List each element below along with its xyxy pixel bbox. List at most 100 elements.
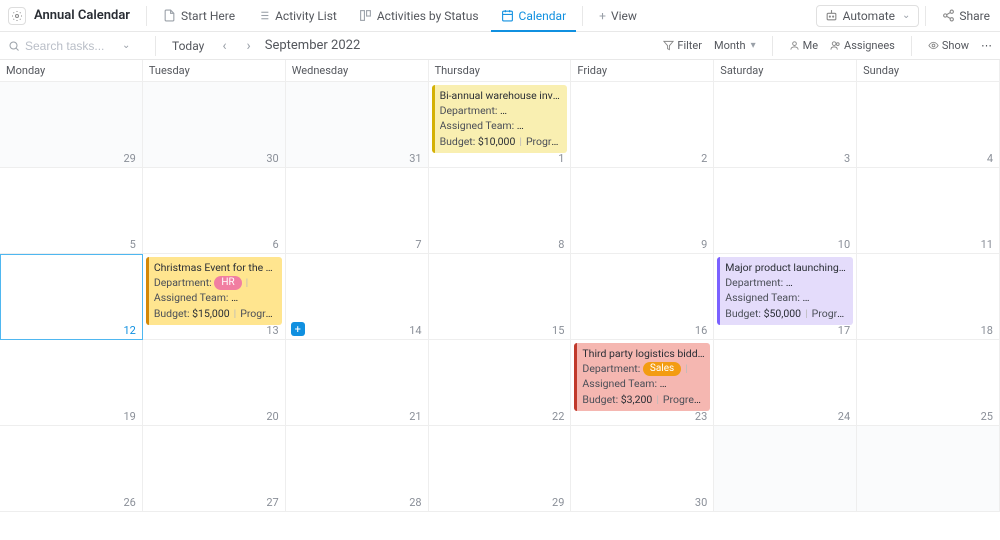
- chevron-down-icon: ⌄: [902, 10, 910, 21]
- calendar-cell[interactable]: 13Christmas Event for the Team MembersDe…: [143, 254, 286, 340]
- control-bar: ⌄ Today ‹ › September 2022 Filter Month …: [0, 32, 1000, 60]
- share-label: Share: [959, 9, 990, 23]
- eye-icon: [928, 40, 939, 51]
- divider: [582, 6, 583, 26]
- plus-icon: +: [599, 9, 606, 23]
- assignees-filter[interactable]: Assignees: [830, 39, 895, 52]
- calendar-cell[interactable]: 10: [714, 168, 857, 254]
- tab-activities-by-status[interactable]: Activities by Status: [349, 0, 489, 32]
- automate-button[interactable]: Automate ⌄: [816, 5, 920, 27]
- calendar-cell[interactable]: 6: [143, 168, 286, 254]
- calendar-cell[interactable]: 28: [286, 426, 429, 512]
- divider: [911, 36, 912, 56]
- chevron-down-icon[interactable]: ⌄: [122, 40, 130, 51]
- filter-label: Filter: [677, 39, 702, 52]
- show-button[interactable]: Show: [928, 39, 969, 52]
- tab-label: Start Here: [181, 9, 235, 23]
- field-label: Budget:: [725, 307, 761, 320]
- workspace-icon: [8, 7, 26, 25]
- calendar-cell[interactable]: 22: [429, 340, 572, 426]
- calendar-cell[interactable]: 26: [0, 426, 143, 512]
- filter-icon: [663, 40, 674, 51]
- calendar-cell[interactable]: 1Bi-annual warehouse inventory for spare…: [429, 82, 572, 168]
- calendar-cell[interactable]: 23Third party logistics bidding activity…: [571, 340, 714, 426]
- day-number: 25: [981, 410, 993, 423]
- calendar-cell[interactable]: [857, 426, 1000, 512]
- calendar-cell[interactable]: 16: [571, 254, 714, 340]
- field-label: Assigned Team:: [154, 291, 229, 304]
- field-label: Department:: [582, 362, 640, 375]
- budget-value: $10,000: [478, 135, 515, 148]
- field-label: Budget:: [154, 307, 190, 320]
- calendar-cell[interactable]: 5: [0, 168, 143, 254]
- calendar-cell[interactable]: 8: [429, 168, 572, 254]
- calendar-cell[interactable]: 9: [571, 168, 714, 254]
- add-task-button[interactable]: +: [291, 322, 305, 336]
- calendar-grid: 2930311Bi-annual warehouse inventory for…: [0, 82, 1000, 512]
- right-controls: Filter Month ▾ Me Assignees Show ⋯: [663, 36, 992, 56]
- calendar-cell[interactable]: 31: [286, 82, 429, 168]
- calendar-cell[interactable]: 3: [714, 82, 857, 168]
- day-number: 28: [409, 496, 421, 509]
- calendar-event[interactable]: Third party logistics bidding activityDe…: [574, 343, 710, 411]
- day-number: 5: [130, 238, 136, 251]
- day-number: 27: [266, 496, 278, 509]
- calendar-cell[interactable]: 18: [857, 254, 1000, 340]
- day-header: Friday: [571, 60, 714, 82]
- calendar-cell[interactable]: 21: [286, 340, 429, 426]
- day-number: 15: [552, 324, 564, 337]
- calendar-event[interactable]: Christmas Event for the Team MembersDepa…: [146, 257, 282, 325]
- calendar-cell[interactable]: 30: [571, 426, 714, 512]
- share-button[interactable]: Share: [932, 9, 992, 23]
- calendar-cell[interactable]: 20: [143, 340, 286, 426]
- me-filter[interactable]: Me: [789, 39, 818, 52]
- search-input[interactable]: [25, 39, 115, 53]
- calendar-cell[interactable]: 17Major product launching in New York Ci…: [714, 254, 857, 340]
- day-number: 17: [838, 324, 850, 337]
- day-number: 29: [123, 152, 135, 165]
- month-dropdown[interactable]: Month ▾: [714, 39, 756, 52]
- calendar-cell[interactable]: 29: [0, 82, 143, 168]
- prev-month-button[interactable]: ‹: [216, 38, 232, 54]
- day-number: 19: [123, 410, 135, 423]
- calendar-cell[interactable]: 7: [286, 168, 429, 254]
- calendar-cell[interactable]: 12: [0, 254, 143, 340]
- calendar-cell[interactable]: 19: [0, 340, 143, 426]
- day-number: 30: [266, 152, 278, 165]
- add-view-label: View: [611, 9, 637, 23]
- calendar-cell[interactable]: 4: [857, 82, 1000, 168]
- calendar-cell[interactable]: 2: [571, 82, 714, 168]
- budget-value: $50,000: [764, 307, 801, 320]
- calendar-cell[interactable]: 29: [429, 426, 572, 512]
- calendar-cell[interactable]: 24: [714, 340, 857, 426]
- department-chip: Operations: [500, 104, 562, 118]
- department-chip: HR: [214, 276, 241, 290]
- calendar-cell[interactable]: 30: [143, 82, 286, 168]
- day-number: 21: [409, 410, 421, 423]
- calendar-cell[interactable]: 27: [143, 426, 286, 512]
- filter-button[interactable]: Filter: [663, 39, 702, 52]
- day-number: 3: [844, 152, 850, 165]
- search-icon: [8, 40, 20, 52]
- today-button[interactable]: Today: [168, 39, 208, 53]
- calendar-event[interactable]: Bi-annual warehouse inventory for spare …: [432, 85, 568, 153]
- tab-start-here[interactable]: Start Here: [153, 0, 245, 32]
- field-label: Progress:: [663, 393, 705, 406]
- add-view-button[interactable]: + View: [589, 0, 647, 32]
- tab-calendar[interactable]: Calendar: [491, 0, 577, 32]
- search-box[interactable]: ⌄: [8, 39, 143, 53]
- calendar-event[interactable]: Major product launching in New York City…: [717, 257, 853, 325]
- more-menu[interactable]: ⋯: [981, 39, 992, 52]
- event-title: Major product launching in New York City: [725, 260, 848, 275]
- tab-activity-list[interactable]: Activity List: [247, 0, 347, 32]
- team-chip: Team Chi: [660, 378, 706, 392]
- calendar-cell[interactable]: 14 +: [286, 254, 429, 340]
- calendar-cell[interactable]: [714, 426, 857, 512]
- field-label: Department:: [440, 104, 498, 117]
- calendar-cell[interactable]: 25: [857, 340, 1000, 426]
- day-number: 14: [409, 324, 421, 337]
- calendar-cell[interactable]: 15: [429, 254, 572, 340]
- field-label: Department:: [154, 276, 212, 289]
- calendar-cell[interactable]: 11: [857, 168, 1000, 254]
- next-month-button[interactable]: ›: [241, 38, 257, 54]
